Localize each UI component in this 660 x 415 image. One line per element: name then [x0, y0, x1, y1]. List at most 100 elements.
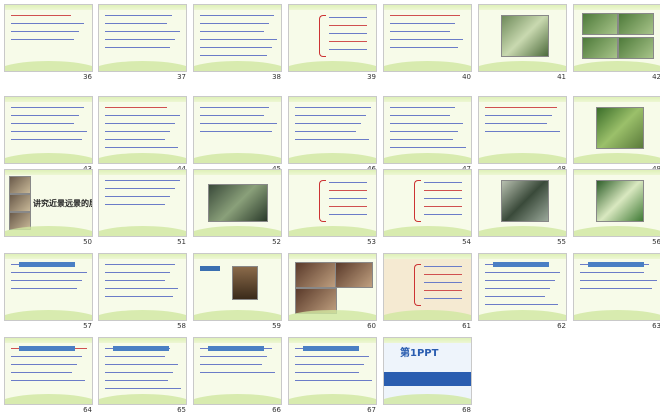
slide-thumbnail-47[interactable]: 47: [383, 96, 477, 174]
slide-preview[interactable]: [193, 253, 282, 321]
slide-thumbnail-63[interactable]: 63: [573, 253, 660, 331]
slide-thumbnail-56[interactable]: 56: [573, 169, 660, 247]
slide-number: 52: [272, 238, 281, 246]
slide-preview[interactable]: 第1PPT: [383, 337, 472, 405]
slide-preview[interactable]: [573, 169, 660, 237]
slide-preview[interactable]: [383, 253, 472, 321]
slide-thumbnail-49[interactable]: 49: [573, 96, 660, 174]
slide-thumbnail-64[interactable]: 64: [4, 337, 98, 415]
text-line: [105, 180, 180, 181]
slide-photo: [9, 176, 31, 194]
slide-preview[interactable]: [288, 253, 377, 321]
text-line: [200, 23, 269, 24]
text-line: [105, 356, 165, 357]
slide-thumbnail-61[interactable]: 61: [383, 253, 477, 331]
slide-thumbnail-48[interactable]: 48: [478, 96, 572, 174]
slide-thumbnail-66[interactable]: 66: [193, 337, 287, 415]
slide-preview[interactable]: [98, 169, 187, 237]
text-line: [295, 139, 369, 140]
text-line: [295, 364, 364, 365]
slide-preview[interactable]: [193, 337, 282, 405]
text-line: [200, 356, 267, 357]
brace-diagram: [414, 180, 421, 222]
slide-number: 61: [462, 322, 471, 330]
text-line: [11, 380, 85, 381]
slide-preview[interactable]: 讲究近景远景的层次: [4, 169, 93, 237]
slide-preview[interactable]: [288, 96, 377, 164]
slide-preview[interactable]: [98, 4, 187, 72]
slide-thumbnail-39[interactable]: 39: [288, 4, 382, 82]
slide-preview[interactable]: [193, 169, 282, 237]
brand-banner: [384, 372, 471, 386]
slide-thumbnail-50[interactable]: 讲究近景远景的层次 50: [4, 169, 98, 247]
slide-preview[interactable]: [383, 96, 472, 164]
slide-preview[interactable]: [478, 96, 567, 164]
slide-title: 讲究近景远景的层次: [33, 199, 92, 208]
slide-preview[interactable]: [478, 169, 567, 237]
slide-preview[interactable]: [383, 4, 472, 72]
slide-thumbnail-62[interactable]: 62: [478, 253, 572, 331]
text-line: [424, 290, 462, 291]
slide-thumbnail-60[interactable]: 60: [288, 253, 382, 331]
slide-photo: [501, 15, 549, 57]
slide-thumbnail-58[interactable]: 58: [98, 253, 192, 331]
text-line: [390, 123, 463, 124]
slide-thumbnail-42[interactable]: 42: [573, 4, 660, 82]
slide-thumbnail-52[interactable]: 52: [193, 169, 287, 247]
slide-number: 55: [557, 238, 566, 246]
slide-thumbnail-68[interactable]: 第1PPT 68: [383, 337, 477, 415]
text-line: [200, 55, 267, 56]
slide-preview[interactable]: [98, 96, 187, 164]
slide-preview[interactable]: [193, 4, 282, 72]
text-line: [580, 272, 644, 273]
text-line: [424, 214, 462, 215]
slide-preview[interactable]: [98, 337, 187, 405]
slide-thumbnail-46[interactable]: 46: [288, 96, 382, 174]
slide-thumbnail-53[interactable]: 53: [288, 169, 382, 247]
slide-thumbnail-44[interactable]: 44: [98, 96, 192, 174]
slide-thumbnail-40[interactable]: 40: [383, 4, 477, 82]
slide-preview[interactable]: [478, 253, 567, 321]
slide-thumbnail-43[interactable]: 43: [4, 96, 98, 174]
slide-thumbnail-65[interactable]: 65: [98, 337, 192, 415]
slide-thumbnail-54[interactable]: 54: [383, 169, 477, 247]
slide-preview[interactable]: [4, 337, 93, 405]
slide-preview[interactable]: [193, 96, 282, 164]
slide-preview[interactable]: [383, 169, 472, 237]
slide-thumbnail-37[interactable]: 37: [98, 4, 192, 82]
slide-thumbnail-41[interactable]: 41: [478, 4, 572, 82]
slide-number: 53: [367, 238, 376, 246]
slide-number: 41: [557, 73, 566, 81]
text-line: [11, 139, 82, 140]
slide-preview[interactable]: [478, 4, 567, 72]
slide-preview[interactable]: [4, 253, 93, 321]
text-line: [105, 380, 168, 381]
text-line: [105, 280, 165, 281]
slide-thumbnail-45[interactable]: 45: [193, 96, 287, 174]
slide-preview[interactable]: [4, 4, 93, 72]
slide-preview[interactable]: [573, 4, 660, 72]
slide-preview[interactable]: [288, 337, 377, 405]
text-line: [424, 298, 462, 299]
slide-header: [493, 262, 549, 267]
slide-photo: [335, 262, 373, 288]
slide-preview[interactable]: [288, 169, 377, 237]
slide-thumbnail-59[interactable]: 59: [193, 253, 287, 331]
slide-thumbnail-51[interactable]: 51: [98, 169, 192, 247]
slide-thumbnail-67[interactable]: 67: [288, 337, 382, 415]
text-line: [11, 39, 74, 40]
slide-preview[interactable]: [98, 253, 187, 321]
text-line: [105, 288, 178, 289]
slide-preview[interactable]: [573, 253, 660, 321]
slide-thumbnail-38[interactable]: 38: [193, 4, 287, 82]
text-line: [11, 280, 82, 281]
slide-header: [19, 346, 75, 351]
slide-preview[interactable]: [4, 96, 93, 164]
text-line: [11, 15, 71, 16]
text-line: [485, 115, 552, 116]
slide-thumbnail-57[interactable]: 57: [4, 253, 98, 331]
slide-preview[interactable]: [573, 96, 660, 164]
slide-preview[interactable]: [288, 4, 377, 72]
slide-thumbnail-36[interactable]: 36: [4, 4, 98, 82]
slide-thumbnail-55[interactable]: 55: [478, 169, 572, 247]
